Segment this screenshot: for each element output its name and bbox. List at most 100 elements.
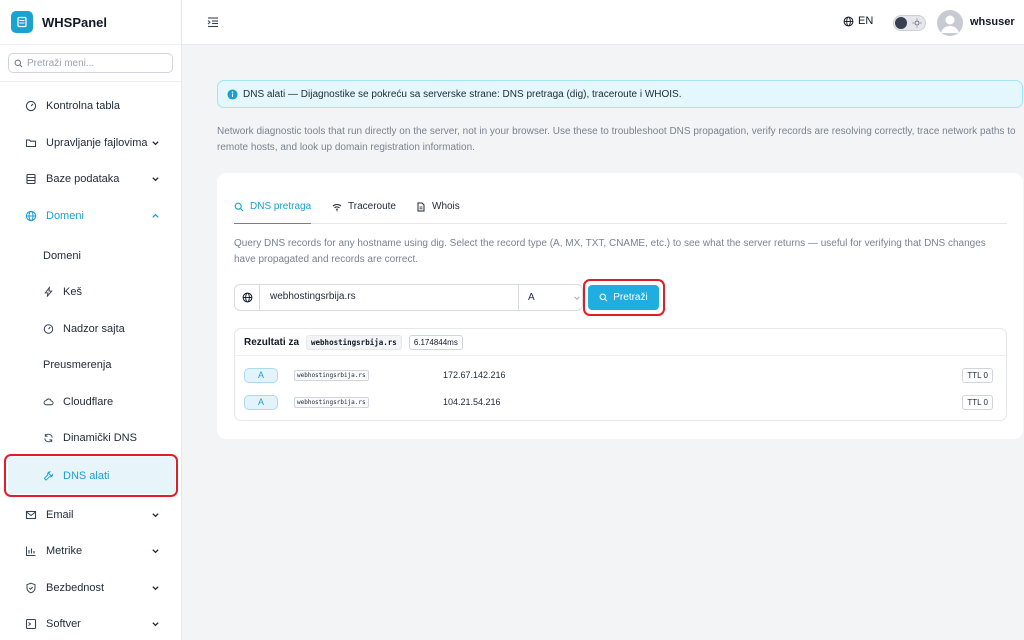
folder-icon — [25, 139, 37, 148]
table-row: A webhostingsrbija.rs 104.21.54.216 TTL … — [235, 389, 1006, 415]
sun-icon — [912, 18, 922, 28]
hostname-input[interactable] — [270, 291, 510, 302]
chevron-down-icon — [152, 549, 159, 554]
globe-icon — [25, 210, 37, 222]
server-icon — [11, 11, 33, 33]
sidebar-item-software[interactable]: Softver — [0, 606, 181, 640]
highlight-box — [4, 454, 178, 497]
sidebar-item-label: Baze podataka — [46, 173, 120, 185]
sidebar-subitem-label: Preusmerenja — [43, 359, 112, 371]
sidebar-item-label: Email — [46, 509, 74, 521]
terminal-icon — [25, 618, 37, 630]
sidebar-search[interactable] — [8, 53, 173, 73]
sidebar-subitem-redirects[interactable]: Preusmerenja — [0, 347, 181, 383]
tab-label: Traceroute — [348, 201, 396, 212]
sidebar-item-dashboard[interactable]: Kontrolna tabla — [0, 88, 181, 124]
info-icon — [227, 88, 238, 100]
sidebar: WHSPanel Kontrolna tabla Upravljanje faj… — [0, 0, 182, 640]
sidebar-subitem-cache[interactable]: Keš — [0, 274, 181, 310]
zap-icon — [44, 286, 53, 297]
tab-traceroute[interactable]: Traceroute — [332, 200, 396, 224]
wifi-icon — [332, 204, 342, 212]
sidebar-subitem-site-monitor[interactable]: Nadzor sajta — [0, 311, 181, 347]
cloud-icon — [43, 398, 54, 406]
chevron-up-icon — [152, 213, 159, 218]
chevron-down-icon — [152, 141, 159, 146]
query-time: 6.174844ms — [408, 334, 463, 350]
gauge-icon — [43, 324, 54, 334]
sidebar-item-label: Domeni — [46, 210, 84, 222]
username[interactable]: whsuser — [970, 16, 1015, 28]
lookup-form: A — [234, 284, 583, 311]
globe-icon — [843, 16, 854, 26]
sidebar-divider — [0, 81, 181, 82]
brand-name: WHSPanel — [42, 14, 108, 30]
sidebar-item-label: Bezbednost — [46, 582, 105, 594]
lookup-description: Query DNS records for any hostname using… — [234, 238, 986, 265]
table-row: A webhostingsrbija.rs 172.67.142.216 TTL… — [235, 362, 1006, 388]
search-icon — [14, 59, 23, 67]
sidebar-item-databases[interactable]: Baze podataka — [0, 161, 181, 197]
chevron-down-icon — [152, 513, 159, 518]
sidebar-subitem-domains[interactable]: Domeni — [0, 238, 181, 274]
theme-toggle[interactable] — [893, 15, 926, 31]
results-header: Rezultati za webhostingsrbija.rs 6.17484… — [235, 329, 1006, 356]
sidebar-item-domains[interactable]: Domeni — [0, 198, 181, 234]
globe-icon — [235, 285, 260, 310]
sidebar-item-label: Metrike — [46, 545, 83, 557]
shield-icon — [26, 582, 36, 594]
avatar[interactable] — [937, 10, 963, 36]
chevron-down-icon — [152, 586, 159, 591]
sidebar-subitem-label: Dinamički DNS — [63, 432, 137, 444]
sidebar-item-label: Upravljanje fajlovima — [46, 137, 148, 149]
brand[interactable]: WHSPanel — [0, 0, 181, 45]
sidebar-item-metrics[interactable]: Metrike — [0, 533, 181, 569]
sidebar-item-label: Softver — [46, 618, 81, 630]
tab-label: Whois — [432, 201, 460, 212]
language-selector[interactable]: EN — [843, 15, 873, 27]
results-host: webhostingsrbija.rs — [306, 334, 402, 350]
info-alert-text: DNS alati — Dijagnostike se pokreću sa s… — [243, 88, 682, 100]
record-name: webhostingsrbija.rs — [294, 369, 369, 381]
sidebar-item-security[interactable]: Bezbednost — [0, 570, 181, 606]
chevron-down-icon — [574, 296, 580, 300]
sidebar-subitem-label: Keš — [63, 286, 82, 298]
sidebar-subitem-label: Domeni — [43, 250, 81, 262]
search-icon — [234, 202, 244, 212]
sidebar-subitem-dynamic-dns[interactable]: Dinamički DNS — [0, 420, 181, 456]
sidebar-item-email[interactable]: Email — [0, 497, 181, 533]
sidebar-item-files[interactable]: Upravljanje fajlovima — [0, 125, 181, 161]
tab-dns-lookup[interactable]: DNS pretraga — [234, 200, 312, 224]
user-icon — [941, 15, 959, 33]
menu-toggle-icon[interactable] — [207, 16, 219, 28]
record-name: webhostingsrbija.rs — [294, 396, 369, 408]
sidebar-search-input[interactable] — [27, 57, 167, 69]
record-value: 172.67.142.216 — [443, 370, 506, 380]
results-title: Rezultati za — [244, 336, 300, 348]
dns-tools-card: DNS pretraga Traceroute Whois Query DNS … — [217, 173, 1023, 439]
refresh-icon — [44, 433, 53, 443]
tab-whois[interactable]: Whois — [416, 200, 460, 224]
record-type-badge: A — [244, 367, 278, 383]
tab-label: DNS pretraga — [250, 201, 312, 212]
chevron-down-icon — [152, 177, 159, 182]
record-type-badge: A — [244, 394, 278, 410]
toggle-knob — [895, 17, 907, 29]
sidebar-subitem-label: Cloudflare — [63, 396, 114, 408]
database-icon — [26, 173, 36, 185]
page-description: Network diagnostic tools that run direct… — [217, 126, 1016, 153]
mail-icon — [25, 510, 37, 520]
bar-chart-icon — [26, 546, 36, 556]
record-ttl: TTL 0 — [962, 394, 993, 410]
gauge-icon — [25, 100, 37, 112]
record-type-select[interactable]: A — [518, 285, 583, 310]
sidebar-subitem-cloudflare[interactable]: Cloudflare — [0, 384, 181, 420]
highlight-box — [583, 279, 665, 316]
language-label: EN — [858, 15, 874, 27]
results-panel: Rezultati za webhostingsrbija.rs 6.17484… — [234, 328, 1007, 421]
info-alert: DNS alati — Dijagnostike se pokreću sa s… — [217, 80, 1023, 108]
file-text-icon — [417, 202, 425, 212]
sidebar-item-label: Kontrolna tabla — [46, 100, 120, 112]
tab-bar: DNS pretraga Traceroute Whois — [234, 197, 1007, 224]
chevron-down-icon — [152, 622, 159, 627]
